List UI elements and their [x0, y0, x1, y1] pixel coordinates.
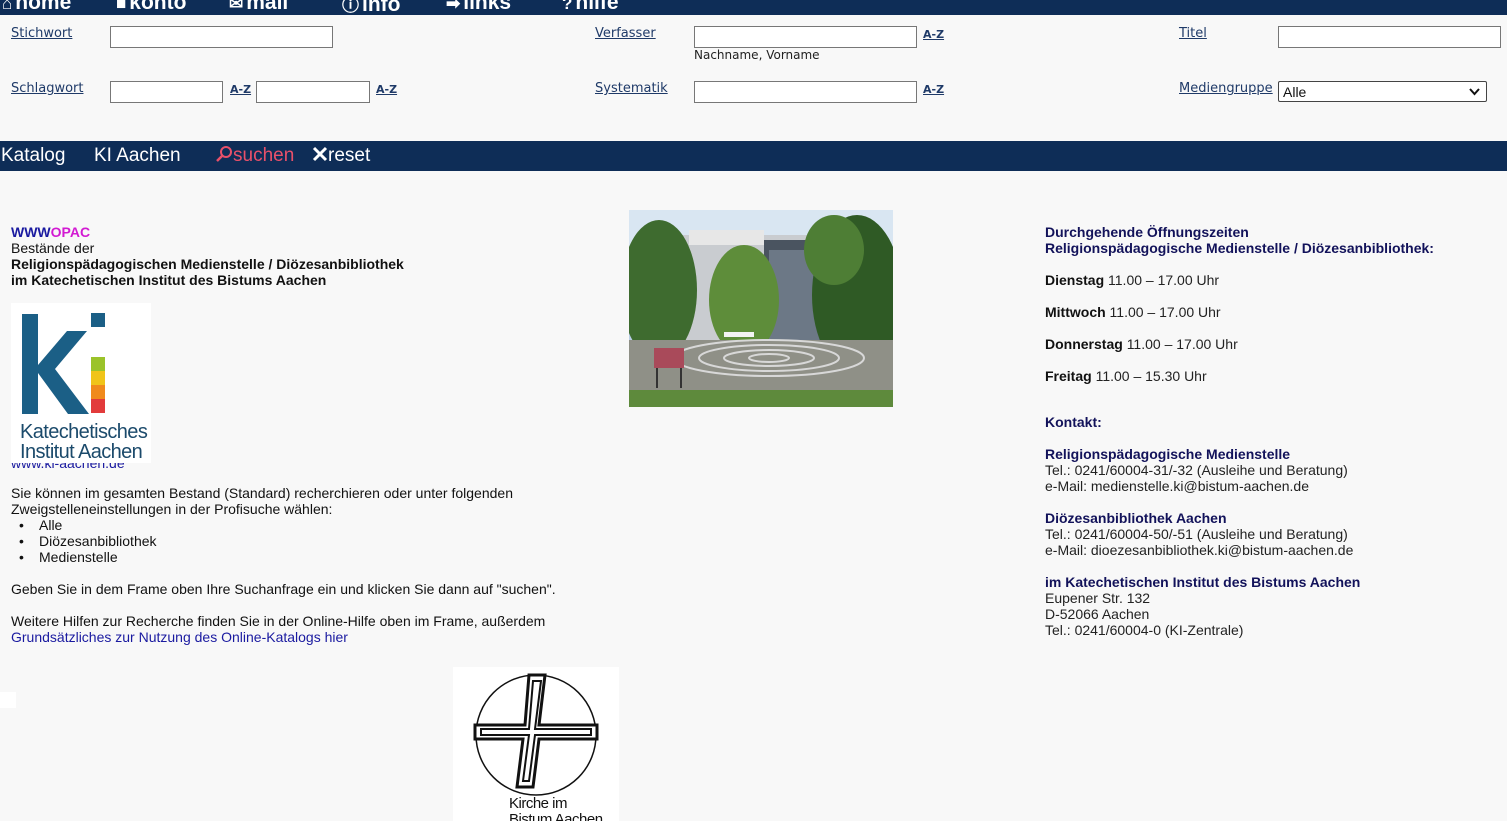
info-icon: ⓘ — [342, 0, 359, 15]
kirche-logo-text2: Bistum Aachen — [509, 811, 603, 821]
address-tel: Tel.: 0241/60004-0 (KI-Zentrale) — [1045, 622, 1244, 638]
arrow-right-icon: ➡ — [446, 0, 461, 13]
hours-time: 11.00 – 15.30 Uhr — [1095, 368, 1207, 384]
hours-time: 11.00 – 17.00 Uhr — [1109, 304, 1221, 320]
medienstelle-title: Religionspädagogische Medienstelle — [1045, 446, 1291, 462]
nav-info-label: info — [362, 0, 401, 15]
nav-konto[interactable]: ■ konto — [116, 0, 186, 15]
instruction-text: Geben Sie in dem Frame oben Ihre Suchanf… — [11, 581, 556, 597]
hours-row: Mittwoch 11.00 – 17.00 Uhr — [1045, 304, 1485, 320]
dioezesan-mail: e-Mail: dioezesanbibliothek.ki@bistum-aa… — [1045, 542, 1354, 558]
address-street: Eupener Str. 132 — [1045, 590, 1151, 606]
katalog-label: Katalog — [1, 145, 66, 166]
hours-time: 11.00 – 17.00 Uhr — [1108, 272, 1220, 288]
nav-home-label: home — [15, 0, 72, 14]
hours-day: Mittwoch — [1045, 304, 1106, 320]
hours-row: Freitag 11.00 – 15.30 Uhr — [1045, 368, 1485, 384]
intro-column: WWWOPAC Bestände der Religionspädagogisc… — [11, 224, 611, 645]
close-icon — [312, 146, 328, 162]
hours-title-1: Durchgehende Öffnungszeiten — [1045, 224, 1249, 240]
institut-title: im Katechetischen Institut des Bistums A… — [1045, 574, 1361, 590]
medienstelle-mail: e-Mail: medienstelle.ki@bistum-aachen.de — [1045, 478, 1309, 494]
address-city: D-52066 Aachen — [1045, 606, 1150, 622]
schlagwort-label[interactable]: Schlagwort — [11, 81, 84, 96]
hours-row: Dienstag 11.00 – 17.00 Uhr — [1045, 272, 1485, 288]
nav-home[interactable]: ⌂ home — [2, 0, 71, 15]
verfasser-hint: Nachname, Vorname — [694, 48, 820, 62]
ki-logo: Katechetisches Institut Aachen — [11, 303, 151, 463]
hours-row: Donnerstag 11.00 – 17.00 Uhr — [1045, 336, 1485, 352]
library-name-line1: Religionspädagogischen Medienstelle / Di… — [11, 256, 404, 272]
hours-day: Freitag — [1045, 368, 1092, 384]
mediengruppe-selected-value: Alle — [1283, 83, 1307, 100]
titel-input[interactable] — [1278, 26, 1501, 48]
search-bar: Katalog KI Aachen suchen reset — [0, 141, 1507, 171]
help-icon: ? — [562, 0, 573, 13]
hours-day: Dienstag — [1045, 272, 1105, 288]
nav-konto-label: konto — [129, 0, 187, 14]
nav-hilfe[interactable]: ? hilfe — [562, 0, 619, 15]
hours-time: 11.00 – 17.00 Uhr — [1126, 336, 1238, 352]
kirche-im-bistum-logo: Kirche im Bistum Aachen — [453, 667, 619, 821]
library-name-line2: im Katechetischen Institut des Bistums A… — [11, 272, 327, 288]
cross-circle-logo-graphic — [473, 673, 599, 796]
reset-label: reset — [328, 145, 371, 166]
opac-text: OPAC — [50, 224, 91, 240]
verfasser-az-link[interactable]: A-Z — [923, 28, 944, 41]
search-icon — [216, 146, 232, 162]
suchen-button[interactable]: suchen — [215, 145, 294, 167]
nav-info[interactable]: ⓘ info — [342, 0, 400, 15]
www-text: WWW — [11, 224, 51, 240]
medienstelle-tel: Tel.: 0241/60004-31/-32 (Ausleihe und Be… — [1045, 462, 1348, 478]
kontakt-heading: Kontakt: — [1045, 414, 1102, 430]
hours-title-2: Religionspädagogische Medienstelle / Diö… — [1045, 240, 1434, 256]
top-navigation: ⌂ home ■ konto ✉ mail ⓘ info ➡ links ? hilfe — [0, 0, 1507, 15]
hours-day: Donnerstag — [1045, 336, 1123, 352]
list-item: Medienstelle — [11, 549, 611, 565]
bestaende-text: Bestände der — [11, 240, 95, 256]
nav-hilfe-label: hilfe — [575, 0, 619, 14]
intro-text: Sie können im gesamten Bestand (Standard… — [11, 485, 513, 517]
ki-logo-text2: Institut Aachen — [20, 441, 143, 463]
building-photo — [629, 210, 893, 407]
suchen-label: suchen — [233, 145, 295, 166]
dioezesan-tel: Tel.: 0241/60004-50/-51 (Ausleihe und Be… — [1045, 526, 1348, 542]
dioezesan-title: Diözesanbibliothek Aachen — [1045, 510, 1227, 526]
wwwopac-title: WWWOPAC — [11, 224, 611, 240]
mail-icon: ✉ — [229, 0, 244, 13]
mediengruppe-select[interactable]: Alle — [1278, 81, 1487, 102]
nav-links-label: links — [463, 0, 512, 14]
nav-mail[interactable]: ✉ mail — [229, 0, 288, 15]
schlagwort-input-2[interactable] — [256, 81, 370, 103]
edge-decoration — [0, 692, 16, 708]
ki-logo-text1: Katechetisches — [20, 421, 148, 443]
branch-list: Alle Diözesanbibliothek Medienstelle — [11, 517, 611, 565]
stichwort-input[interactable] — [110, 26, 333, 48]
home-icon: ⌂ — [2, 0, 13, 13]
help-text: Weitere Hilfen zur Recherche finden Sie … — [11, 613, 546, 629]
account-icon: ■ — [116, 0, 127, 13]
verfasser-input[interactable] — [694, 26, 917, 48]
help-link[interactable]: Grundsätzliches zur Nutzung des Online-K… — [11, 629, 611, 645]
contact-column: Durchgehende Öffnungszeiten Religionspäd… — [1045, 224, 1485, 638]
kirche-logo-text1: Kirche im — [509, 795, 568, 812]
systematik-input[interactable] — [694, 81, 917, 103]
systematik-label[interactable]: Systematik — [595, 81, 668, 96]
mediengruppe-label[interactable]: Mediengruppe — [1179, 81, 1273, 96]
list-item: Alle — [11, 517, 611, 533]
nav-mail-label: mail — [246, 0, 289, 14]
schlagwort-az-link-1[interactable]: A-Z — [230, 83, 251, 96]
list-item: Diözesanbibliothek — [11, 533, 611, 549]
schlagwort-input-1[interactable] — [110, 81, 223, 103]
titel-label[interactable]: Titel — [1179, 26, 1207, 41]
nav-links[interactable]: ➡ links — [446, 0, 511, 15]
chevron-down-icon — [1469, 87, 1480, 95]
stichwort-label[interactable]: Stichwort — [11, 26, 72, 41]
schlagwort-az-link-2[interactable]: A-Z — [376, 83, 397, 96]
ki-aachen-label: KI Aachen — [94, 145, 181, 166]
verfasser-label[interactable]: Verfasser — [595, 26, 656, 41]
reset-button[interactable]: reset — [312, 145, 370, 167]
systematik-az-link[interactable]: A-Z — [923, 83, 944, 96]
